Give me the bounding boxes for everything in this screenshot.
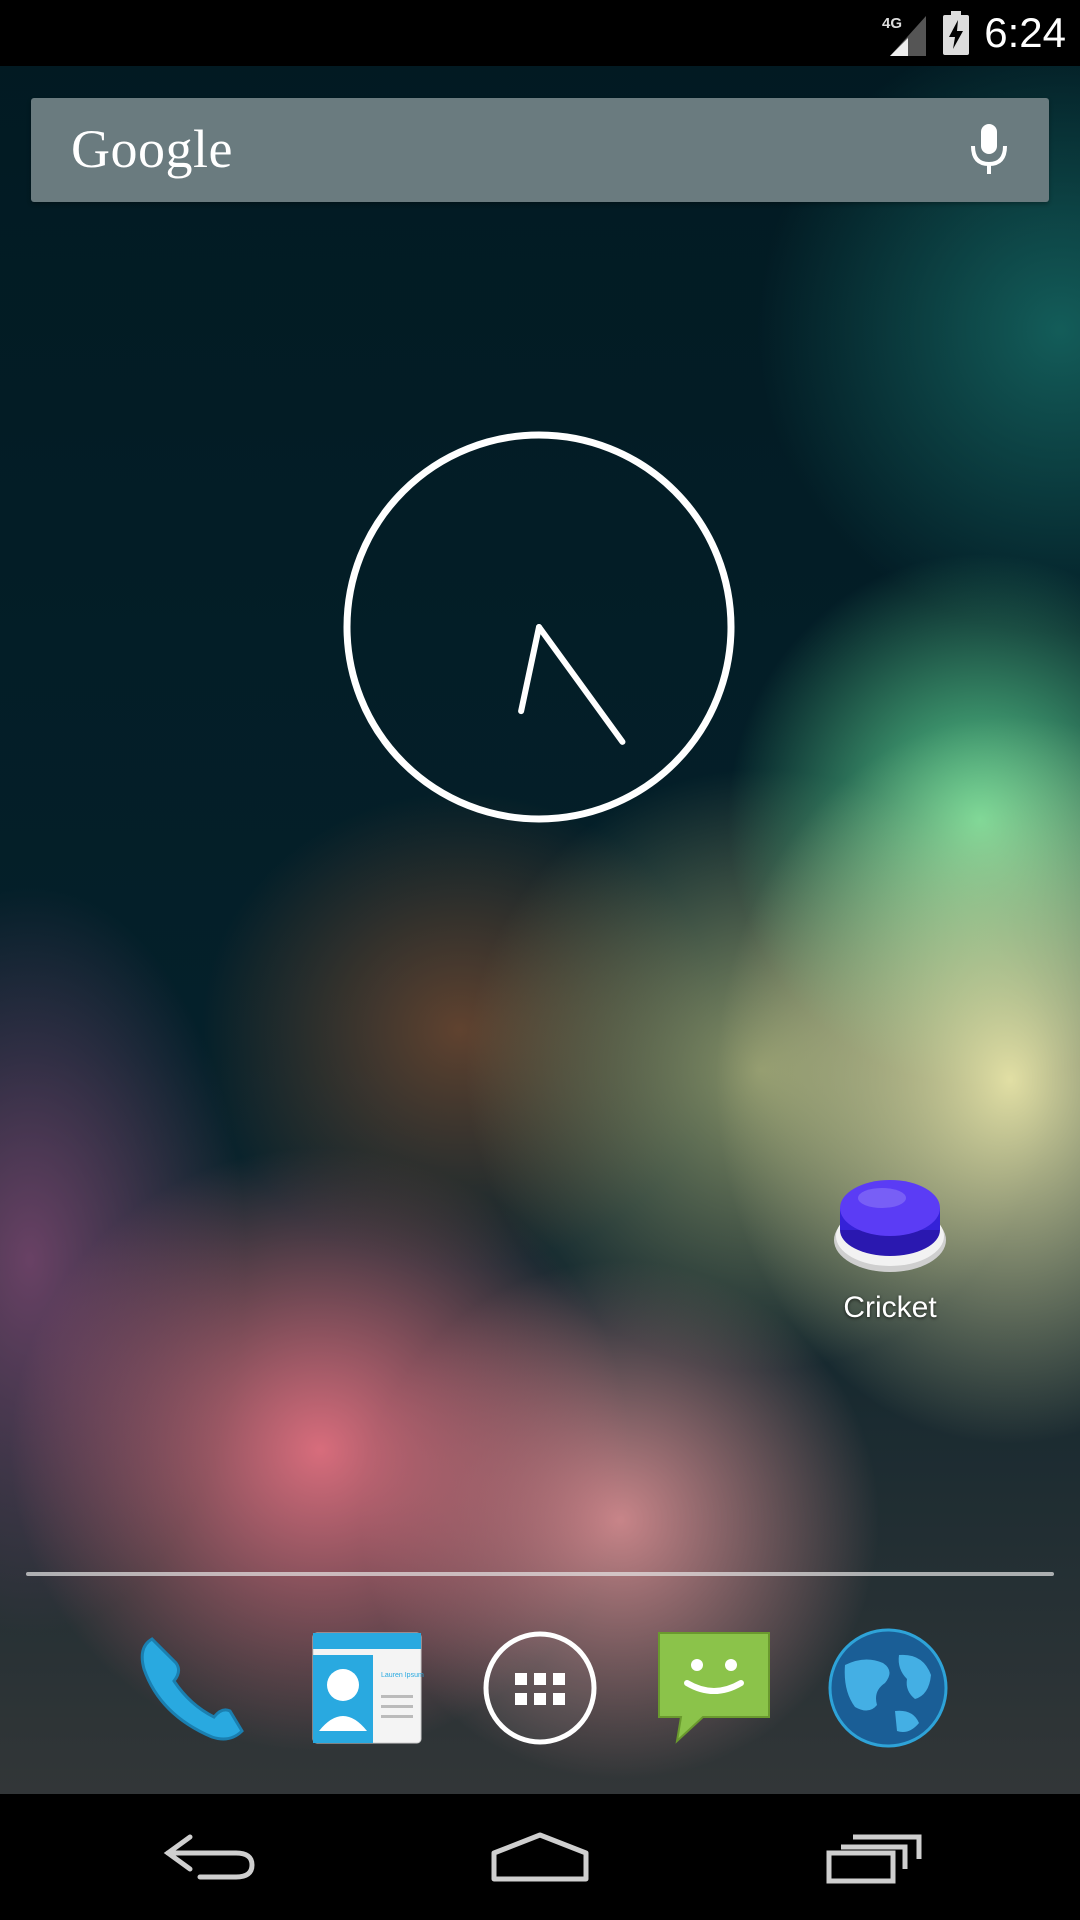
back-button[interactable] <box>155 1824 265 1890</box>
clock-minute-hand <box>536 624 626 745</box>
analog-clock-widget[interactable] <box>340 428 738 826</box>
status-time: 6:24 <box>984 9 1066 56</box>
microphone-icon[interactable] <box>959 120 1019 180</box>
dock-phone[interactable] <box>130 1625 256 1751</box>
home-button[interactable] <box>485 1824 595 1890</box>
cricket-button-icon <box>834 1180 946 1272</box>
battery-charging-icon <box>943 11 970 55</box>
browser-globe-icon <box>828 1628 948 1748</box>
messaging-icon <box>658 1632 770 1744</box>
google-logo: Google <box>71 119 233 179</box>
cricket-app-label: Cricket <box>843 1291 937 1324</box>
phone-icon <box>140 1637 244 1741</box>
home-icon <box>491 1832 589 1882</box>
back-icon <box>163 1834 255 1880</box>
google-search-bar[interactable]: Google <box>31 98 1049 202</box>
app-drawer-icon <box>483 1631 597 1745</box>
dock-messaging[interactable] <box>651 1625 777 1751</box>
recent-apps-button[interactable] <box>820 1824 930 1890</box>
recent-apps-icon <box>826 1834 922 1884</box>
status-bar: 4G 6:24 <box>0 0 1080 66</box>
dock-browser[interactable] <box>825 1625 951 1751</box>
clock-hour-hand <box>518 624 542 715</box>
network-type-label: 4G <box>882 15 902 32</box>
dock-contacts[interactable]: Lauren Ipsum <box>303 1625 429 1751</box>
status-icons: 4G 6:24 <box>882 0 1066 66</box>
contacts-icon: Lauren Ipsum <box>312 1632 424 1744</box>
cricket-app-shortcut[interactable]: Cricket <box>820 1170 960 1325</box>
navigation-bar <box>0 1794 1080 1920</box>
cell-signal-icon: 4G <box>882 15 927 56</box>
contacts-card-text: Lauren Ipsum <box>381 1672 424 1679</box>
dock-divider <box>26 1572 1054 1576</box>
dock-app-drawer[interactable] <box>477 1625 603 1751</box>
